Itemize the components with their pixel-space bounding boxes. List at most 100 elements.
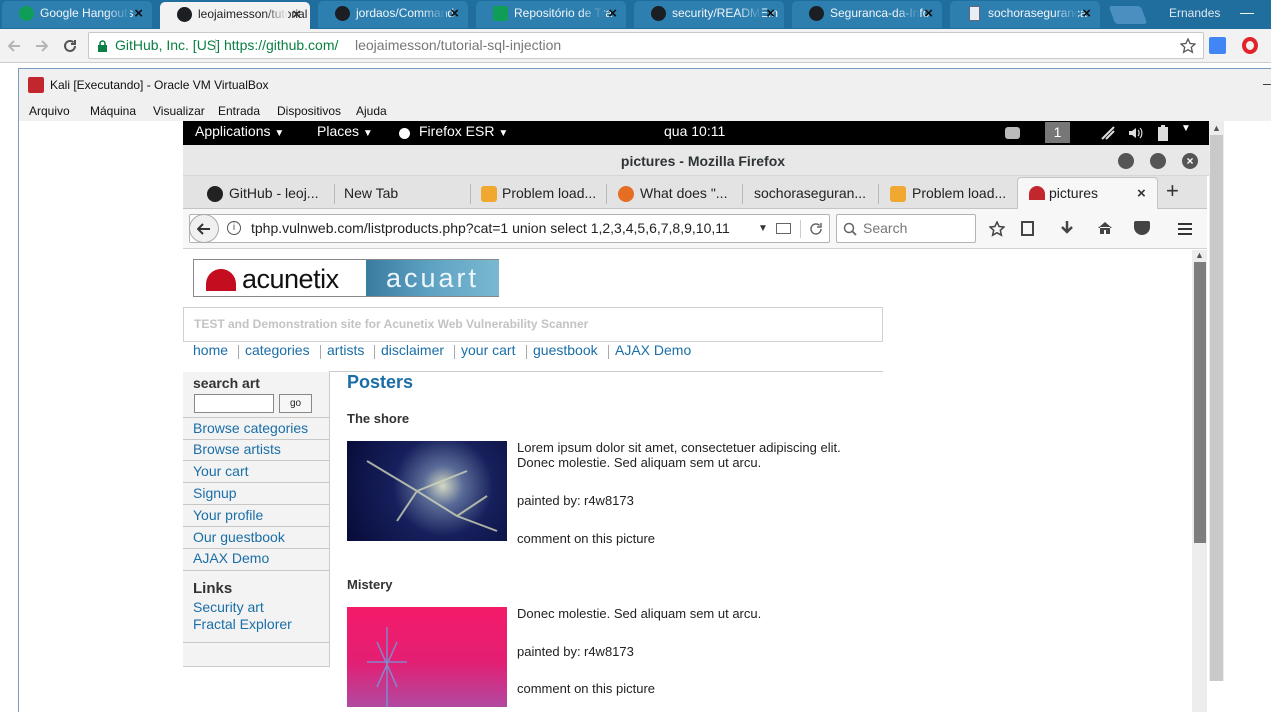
painted-by-label: painted by: (517, 644, 581, 659)
menu-entrada[interactable]: Entrada (218, 104, 260, 118)
back-arrow-icon[interactable] (6, 38, 22, 54)
chrome-tab[interactable]: Repositório de Tra × (476, 1, 626, 28)
comment-link[interactable]: comment on this picture (517, 531, 655, 546)
new-tab-button[interactable] (1108, 6, 1148, 24)
download-icon[interactable] (1059, 220, 1075, 236)
menu-arquivo[interactable]: Arquivo (29, 104, 70, 118)
reader-view-icon[interactable] (776, 223, 791, 234)
nav-disclaimer[interactable]: disclaimer (381, 342, 444, 358)
sidebar-browse-categories[interactable]: Browse categories (193, 420, 308, 436)
product-title[interactable]: Mistery (347, 577, 393, 592)
sidebar-your-profile[interactable]: Your profile (193, 507, 263, 523)
acuart-logo[interactable]: acunetix acuart (193, 259, 499, 297)
forward-arrow-icon[interactable] (34, 38, 50, 54)
nav-your-cart[interactable]: your cart (461, 342, 515, 358)
maximize-window-icon[interactable] (1150, 153, 1166, 169)
url-dropdown-chevron-icon[interactable]: ▼ (758, 215, 768, 242)
menu-ajuda[interactable]: Ajuda (356, 104, 387, 118)
omnibox[interactable]: GitHub, Inc. [US] https://github.com/ le… (88, 32, 1204, 59)
firefox-app-menu[interactable]: Firefox ESR ▼ (419, 123, 508, 139)
applications-menu[interactable]: Applications ▼ (195, 123, 284, 139)
chrome-tab[interactable]: jordaos/Command × (318, 1, 468, 28)
product-thumbnail[interactable] (347, 607, 507, 707)
reload-icon[interactable] (62, 38, 78, 54)
system-menu-chevron-icon[interactable]: ▼ (1181, 123, 1191, 134)
bookmark-star-icon[interactable] (1180, 38, 1196, 54)
close-tab-icon[interactable]: × (924, 1, 933, 26)
artist-link[interactable]: r4w8173 (584, 644, 634, 659)
scrollbar-thumb[interactable] (1194, 262, 1206, 543)
nav-ajax-demo[interactable]: AJAX Demo (615, 342, 691, 358)
home-icon[interactable] (1097, 220, 1113, 236)
nav-home[interactable]: home (193, 342, 228, 358)
pocket-icon[interactable] (1134, 221, 1150, 235)
new-tab-plus-icon[interactable]: + (1166, 178, 1179, 204)
firefox-tab[interactable]: Problem load... (879, 178, 1015, 209)
search-input[interactable]: Search (836, 214, 976, 243)
firefox-tab-active[interactable]: pictures × (1017, 177, 1158, 210)
search-go-button[interactable]: go (279, 394, 312, 413)
menu-maquina[interactable]: Máquina (90, 104, 136, 118)
site-info-icon[interactable]: i (227, 221, 241, 235)
vbox-scrollbar[interactable]: ▲ (1209, 121, 1224, 681)
opera-icon[interactable] (1242, 37, 1258, 54)
url-text[interactable]: tphp.vulnweb.com/listproducts.php?cat=1 … (251, 215, 756, 242)
page-scrollbar[interactable]: ▲ (1192, 250, 1207, 712)
sidebar-signup[interactable]: Signup (193, 485, 237, 501)
chrome-tab[interactable]: Google Hangouts × (2, 1, 152, 28)
places-menu[interactable]: Places ▼ (317, 123, 373, 139)
url-bar[interactable]: i tphp.vulnweb.com/listproducts.php?cat=… (189, 214, 830, 243)
volume-icon[interactable] (1127, 125, 1143, 141)
sidebar-ajax-demo[interactable]: AJAX Demo (193, 550, 269, 566)
workspace-indicator[interactable]: 1 (1045, 122, 1070, 143)
close-tab-icon[interactable]: × (134, 1, 143, 26)
sidebar-browse-artists[interactable]: Browse artists (193, 441, 281, 457)
menu-visualizar[interactable]: Visualizar (153, 104, 205, 118)
chrome-tab[interactable]: Seguranca-da-Info × (792, 1, 942, 28)
firefox-tab[interactable]: New Tab (335, 178, 471, 209)
scroll-up-arrow-icon[interactable]: ▲ (1195, 250, 1204, 260)
close-window-icon[interactable]: × (1182, 153, 1198, 169)
profile-name[interactable]: Ernandes (1169, 6, 1220, 20)
firefox-tab[interactable]: sochoraseguran... (743, 178, 879, 209)
link-security-art[interactable]: Security art (193, 599, 264, 615)
menu-dispositivos[interactable]: Dispositivos (277, 104, 341, 118)
close-tab-icon[interactable]: × (608, 1, 617, 26)
product-thumbnail[interactable] (347, 441, 507, 541)
reload-icon[interactable] (809, 222, 823, 236)
nav-categories[interactable]: categories (245, 342, 310, 358)
chrome-tab[interactable]: sochoraseguranca × (950, 1, 1100, 28)
video-icon[interactable] (1005, 127, 1020, 139)
chrome-tab[interactable]: security/README.n × (634, 1, 784, 28)
battery-icon[interactable] (1155, 124, 1171, 142)
minimize-icon[interactable]: — (1240, 4, 1254, 20)
vbox-scrollbar-thumb[interactable] (1210, 135, 1223, 681)
network-icon[interactable] (1100, 125, 1116, 141)
comment-link[interactable]: comment on this picture (517, 681, 655, 696)
minimize-window-icon[interactable] (1118, 153, 1134, 169)
product-title[interactable]: The shore (347, 411, 409, 426)
sidebar-your-cart[interactable]: Your cart (193, 463, 249, 479)
clock[interactable]: qua 10:11 (664, 123, 725, 139)
virtualbox-minimize-icon[interactable]: – (1263, 75, 1271, 91)
firefox-tab[interactable]: What does "... (607, 178, 743, 209)
link-fractal-explorer[interactable]: Fractal Explorer (193, 616, 292, 632)
close-tab-icon[interactable]: × (766, 1, 775, 26)
nav-artists[interactable]: artists (327, 342, 364, 358)
artist-link[interactable]: r4w8173 (584, 493, 634, 508)
search-art-input[interactable] (194, 394, 274, 413)
close-tab-icon[interactable]: × (450, 1, 459, 26)
chrome-tab-active[interactable]: leojaimesson/tutorial × (160, 2, 310, 29)
bookmark-star-icon[interactable] (989, 221, 1005, 237)
sidebar-our-guestbook[interactable]: Our guestbook (193, 529, 285, 545)
close-tab-icon[interactable]: × (1082, 1, 1091, 26)
close-tab-icon[interactable]: × (1137, 178, 1146, 209)
firefox-tab[interactable]: GitHub - leoj... (183, 178, 335, 209)
nav-guestbook[interactable]: guestbook (533, 342, 598, 358)
scroll-up-arrow-icon[interactable]: ▲ (1212, 123, 1221, 133)
bookmarks-library-icon[interactable] (1021, 221, 1034, 236)
translate-icon[interactable] (1209, 37, 1226, 54)
close-tab-icon[interactable]: × (292, 2, 301, 27)
firefox-tab[interactable]: Problem load... (471, 178, 607, 209)
hamburger-menu-icon[interactable] (1177, 221, 1193, 237)
